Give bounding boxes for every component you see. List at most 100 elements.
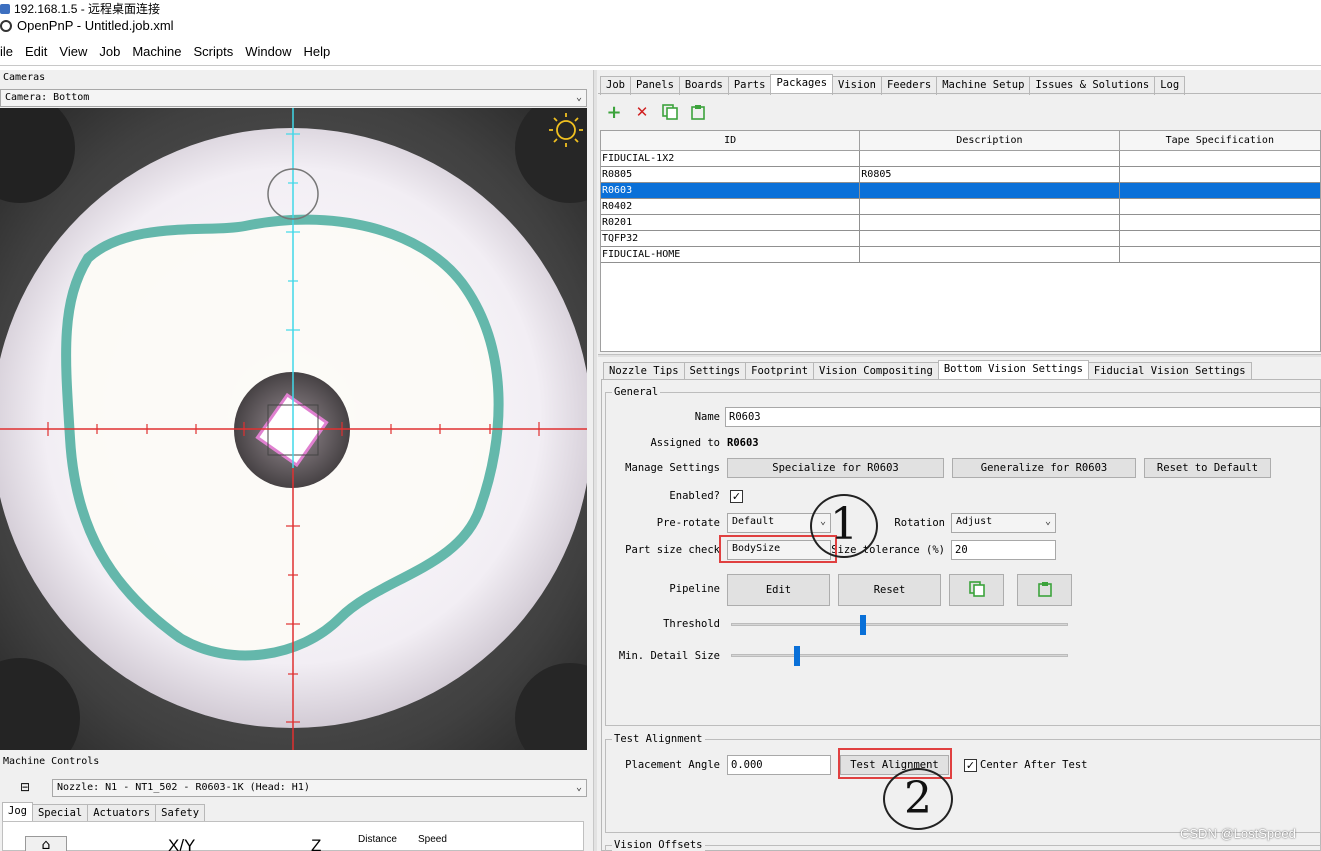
jog-xy-label: X/Y [168,836,196,851]
jog-z-label: Z [311,836,322,851]
table-row[interactable]: FIDUCIAL-HOME [601,247,1320,263]
cell-description [860,183,1120,199]
min-detail-size-label: Min. Detail Size [618,650,720,662]
tab-bottom-vision-settings[interactable]: Bottom Vision Settings [937,360,1089,379]
pipeline-paste-button[interactable] [1017,574,1072,606]
paste-icon[interactable] [688,102,708,122]
cell-tape [1119,215,1320,231]
menu-bar: ile Edit View Job Machine Scripts Window… [0,44,600,64]
cell-description [860,199,1120,215]
packages-toolbar: + ✕ [604,102,708,123]
table-row[interactable]: R0402 [601,199,1320,215]
threshold-thumb[interactable] [860,615,866,635]
camera-image [0,108,587,750]
camera-select[interactable]: Camera: Bottom ⌄ [0,89,587,107]
cell-description [860,215,1120,231]
cell-tape [1119,183,1320,199]
threshold-label: Threshold [663,618,720,630]
speed-label: Speed [418,834,447,845]
cell-tape [1119,231,1320,247]
rotation-value: Adjust [956,516,993,527]
pipeline-copy-button[interactable] [949,574,1004,606]
vision-offsets-group: Vision Offsets [605,839,1321,851]
cell-description [860,247,1120,263]
cell-id: R0402 [601,199,861,215]
copy-icon[interactable] [660,102,680,122]
home-button[interactable]: ⌂ [25,836,67,851]
cell-description: R0805 [860,167,1120,183]
cell-description [860,231,1120,247]
table-header: ID Description Tape Specification [601,131,1320,151]
table-row[interactable]: FIDUCIAL-1X2 [601,151,1320,167]
menu-help[interactable]: Help [297,44,336,64]
column-header-description[interactable]: Description [860,131,1120,151]
column-header-id[interactable]: ID [601,131,861,151]
cell-id: R0201 [601,215,861,231]
enabled-label: Enabled? [669,490,720,502]
min-detail-size-thumb[interactable] [794,646,800,666]
menu-edit[interactable]: Edit [19,44,53,64]
menu-separator [0,65,1321,66]
generalize-button[interactable]: Generalize for R0603 [952,458,1136,478]
threshold-track [731,623,1068,626]
center-after-test-checkbox[interactable]: ✓ [964,759,977,772]
menu-scripts[interactable]: Scripts [187,44,239,64]
min-detail-size-slider[interactable] [731,646,1068,666]
table-row[interactable]: R0805 R0805 [601,167,1320,183]
cell-id: FIDUCIAL-1X2 [601,151,861,167]
part-size-check-label: Part size check [625,544,720,556]
assigned-value: R0603 [727,437,759,449]
watermark: CSDN @LostSpeed [1180,826,1296,841]
table-row[interactable]: R0201 [601,215,1320,231]
placement-angle-input[interactable]: 0.000 [727,755,831,775]
app-title-text: OpenPnP - Untitled.job.xml [17,18,174,33]
rotation-select[interactable]: Adjust ⌄ [951,513,1056,533]
distance-label: Distance [358,834,397,845]
tab-packages[interactable]: Packages [770,74,834,93]
specialize-button[interactable]: Specialize for R0603 [727,458,944,478]
column-header-tape[interactable]: Tape Specification [1119,131,1320,151]
nozzle-select[interactable]: Nozzle: N1 - NT1_502 - R0603-1K (Head: H… [52,779,587,797]
chevron-down-icon: ⌄ [1044,516,1051,527]
enabled-checkbox[interactable]: ✓ [730,490,743,503]
size-tolerance-input[interactable]: 20 [951,540,1056,560]
delete-icon[interactable]: ✕ [632,102,652,122]
cameras-section-label: Cameras [3,72,46,83]
tab-jog[interactable]: Jog [2,802,33,821]
home-icon: ⌂ [41,837,51,851]
reset-to-default-button[interactable]: Reset to Default [1144,458,1271,478]
camera-view[interactable] [0,108,587,750]
pipeline-reset-button[interactable]: Reset [838,574,941,606]
assigned-label: Assigned to [650,437,720,449]
test-alignment-group: Test Alignment [605,733,1321,833]
cell-id: TQFP32 [601,231,861,247]
cell-description [860,151,1120,167]
table-row-selected[interactable]: R0603 [601,183,1320,199]
rdp-icon [0,4,10,14]
cell-tape [1119,167,1320,183]
menu-file[interactable]: ile [0,44,19,64]
name-label: Name [694,411,720,423]
table-row[interactable]: TQFP32 [601,231,1320,247]
prerotate-value: Default [732,516,775,527]
menu-view[interactable]: View [53,44,93,64]
cell-tape [1119,199,1320,215]
pipeline-edit-button[interactable]: Edit [727,574,830,606]
cell-id: FIDUCIAL-HOME [601,247,861,263]
menu-machine[interactable]: Machine [126,44,187,64]
collapse-icon[interactable]: ⊟ [20,780,30,794]
menu-job[interactable]: Job [93,44,126,64]
pipeline-label: Pipeline [669,583,720,595]
copy-icon [968,581,985,597]
horizontal-splitter[interactable] [598,354,1321,357]
threshold-slider[interactable] [731,615,1068,635]
menu-window[interactable]: Window [239,44,297,64]
app-window-title: OpenPnP - Untitled.job.xml [0,18,174,38]
chevron-down-icon: ⌄ [575,782,582,793]
center-after-test-label: Center After Test [980,759,1088,771]
annotation-circle-one: 1 [810,494,878,558]
add-icon[interactable]: + [604,102,624,123]
min-detail-size-track [731,654,1068,657]
rdp-title-text: 192.168.1.5 - 远程桌面连接 [14,2,161,16]
name-input[interactable]: R0603 [725,407,1321,427]
